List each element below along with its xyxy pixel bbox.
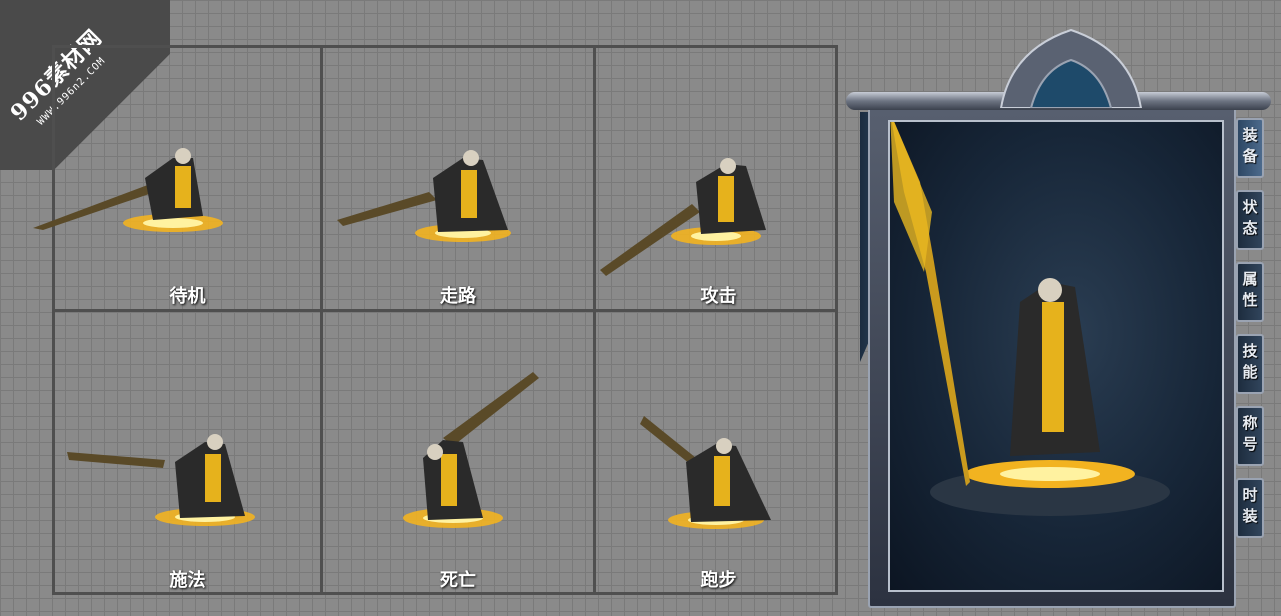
crest-ornament (999, 28, 1143, 108)
character-sprite (337, 150, 511, 242)
character-frame (868, 100, 1236, 608)
character-panel: 装备 状态 属性 技能 称号 时装 (846, 20, 1271, 608)
tab-skills[interactable]: 技能 (1236, 334, 1264, 394)
character-sprite (403, 372, 539, 528)
motion-cell-idle[interactable]: 待机 (33, 48, 320, 309)
motion-label: 施法 (169, 570, 206, 591)
motion-grid: 待机 走路 攻击 施法 死亡 跑步 (33, 45, 841, 595)
motion-label: 跑步 (700, 570, 737, 591)
motion-cell-cast[interactable]: 施法 (55, 312, 320, 595)
motion-cell-run[interactable]: 跑步 (596, 312, 841, 595)
tab-titles[interactable]: 称号 (1236, 406, 1264, 466)
motion-cell-walk[interactable]: 走路 (323, 48, 593, 309)
character-sprite (600, 158, 766, 276)
character-viewport (888, 112, 1224, 592)
tab-status[interactable]: 状态 (1236, 190, 1264, 250)
panel-tabs: 装备 状态 属性 技能 称号 时装 (1236, 118, 1266, 550)
motion-cell-attack[interactable]: 攻击 (596, 48, 841, 309)
motion-label: 死亡 (440, 570, 476, 591)
character-model (890, 112, 1170, 516)
character-sprite (640, 416, 771, 529)
motion-label: 攻击 (700, 286, 737, 307)
character-sprite (33, 148, 223, 232)
character-sprite (67, 434, 255, 526)
motion-label: 走路 (440, 286, 476, 307)
tab-equipment[interactable]: 装备 (1236, 118, 1264, 178)
motion-cell-death[interactable]: 死亡 (323, 312, 593, 595)
tab-attributes[interactable]: 属性 (1236, 262, 1264, 322)
tab-fashion[interactable]: 时装 (1236, 478, 1264, 538)
motion-label: 待机 (169, 286, 206, 307)
